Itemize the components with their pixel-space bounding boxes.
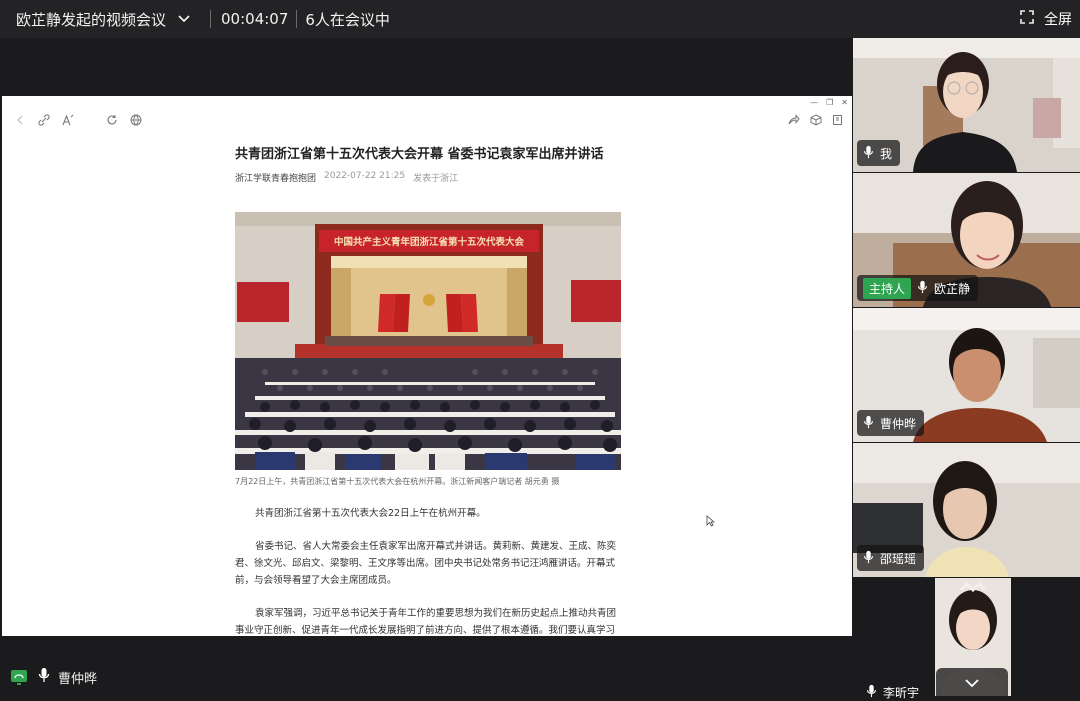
microphone-icon	[863, 550, 874, 567]
article-datetime: 2022-07-22 21:25	[324, 171, 406, 181]
speaker-name: 曹仲晔	[58, 671, 98, 687]
microphone-icon	[866, 684, 877, 701]
browser-toolbar-left	[14, 114, 142, 126]
article-paragraph: 袁家军强调，习近平总书记关于青年工作的重要思想为我们在新历史起点上推动共青团事业…	[235, 608, 617, 636]
congress-hall-photo: 中国共产主义青年团浙江省第十五次代表大会	[235, 212, 621, 470]
chevron-down-icon[interactable]	[176, 11, 192, 27]
window-controls: — ❐ ✕	[810, 98, 848, 107]
restore-icon[interactable]: ❐	[826, 98, 833, 107]
participant-name: 欧芷静	[934, 281, 971, 296]
article-meta: 浙江学联青春抱抱团 2022-07-22 21:25 发表于浙江	[235, 171, 625, 184]
share-icon[interactable]	[788, 114, 800, 126]
minimize-icon[interactable]: —	[810, 98, 818, 107]
article: 共青团浙江省第十五次代表大会开幕 省委书记袁家军出席并讲话 浙江学联青春抱抱团 …	[235, 144, 625, 636]
microphone-icon	[863, 415, 874, 432]
chevron-down-icon	[964, 673, 980, 692]
participant-name: 李昕宇	[883, 686, 920, 700]
participant-label: 李昕宇	[866, 684, 919, 701]
fullscreen-icon	[1020, 10, 1034, 28]
host-badge: 主持人	[863, 277, 912, 299]
window-icon[interactable]	[832, 114, 844, 126]
meeting-timer: 00:04:07	[221, 10, 289, 28]
mouse-cursor-icon	[706, 512, 716, 531]
participant-tile-me[interactable]: 我	[853, 38, 1080, 172]
participant-label: 邵瑶瑶	[857, 545, 925, 571]
divider	[210, 10, 212, 28]
scroll-participants-button[interactable]	[936, 668, 1008, 696]
participant-name: 邵瑶瑶	[880, 551, 917, 566]
shared-document-window: — ❐ ✕ 共青团浙江省第十五次代表大会开幕 省委书记袁家军出席并讲话 浙江学联…	[2, 96, 852, 636]
speaking-indicator-icon	[10, 669, 28, 685]
participant-tile-host[interactable]: 主持人 欧芷静	[853, 173, 1080, 307]
participant-tile[interactable]: 曹仲晔	[853, 308, 1080, 442]
shared-screen-area: — ❐ ✕ 共青团浙江省第十五次代表大会开幕 省委书记袁家军出席并讲话 浙江学联…	[0, 38, 852, 658]
globe-icon[interactable]	[130, 114, 142, 126]
microphone-icon	[863, 145, 874, 162]
banner-text: 中国共产主义青年团浙江省第十五次代表大会	[334, 236, 525, 248]
fullscreen-button[interactable]: 全屏	[1020, 9, 1072, 29]
divider	[296, 10, 298, 28]
meeting-top-bar: 欧芷静发起的视频会议 00:04:07 6人在会议中 全屏	[0, 0, 1080, 38]
participant-count[interactable]: 6人在会议中	[305, 9, 390, 30]
back-icon[interactable]	[14, 114, 26, 126]
font-size-icon[interactable]	[62, 114, 74, 126]
participant-name: 曹仲晔	[880, 416, 917, 431]
article-author[interactable]: 浙江学联青春抱抱团	[235, 171, 316, 184]
participant-label: 主持人 欧芷静	[857, 275, 979, 301]
cube-icon[interactable]	[810, 114, 822, 126]
fullscreen-label: 全屏	[1044, 12, 1072, 28]
link-icon[interactable]	[38, 114, 50, 126]
microphone-icon	[917, 280, 928, 297]
article-location: 发表于浙江	[413, 174, 459, 184]
refresh-icon[interactable]	[106, 114, 118, 126]
article-headline: 共青团浙江省第十五次代表大会开幕 省委书记袁家军出席并讲话	[235, 147, 604, 162]
participant-label: 我	[857, 140, 901, 166]
microphone-icon	[38, 667, 50, 687]
active-speaker-bar: 曹仲晔	[0, 658, 852, 696]
browser-toolbar-right	[788, 114, 844, 126]
article-paragraph: 共青团浙江省第十五次代表大会22日上午在杭州开幕。	[255, 508, 486, 519]
meeting-title[interactable]: 欧芷静发起的视频会议	[16, 9, 166, 30]
participant-tile[interactable]: 邵瑶瑶	[853, 443, 1080, 577]
close-icon[interactable]: ✕	[841, 98, 848, 107]
article-paragraph: 省委书记、省人大常委会主任袁家军出席开幕式并讲话。黄莉新、黄建发、王成、陈奕君、…	[235, 541, 617, 586]
photo-caption: 7月22日上午，共青团浙江省第十五次代表大会在杭州开幕。浙江新闻客户端记者 胡元…	[235, 477, 560, 486]
participant-name: 我	[880, 146, 893, 161]
participant-label: 曹仲晔	[857, 410, 925, 436]
